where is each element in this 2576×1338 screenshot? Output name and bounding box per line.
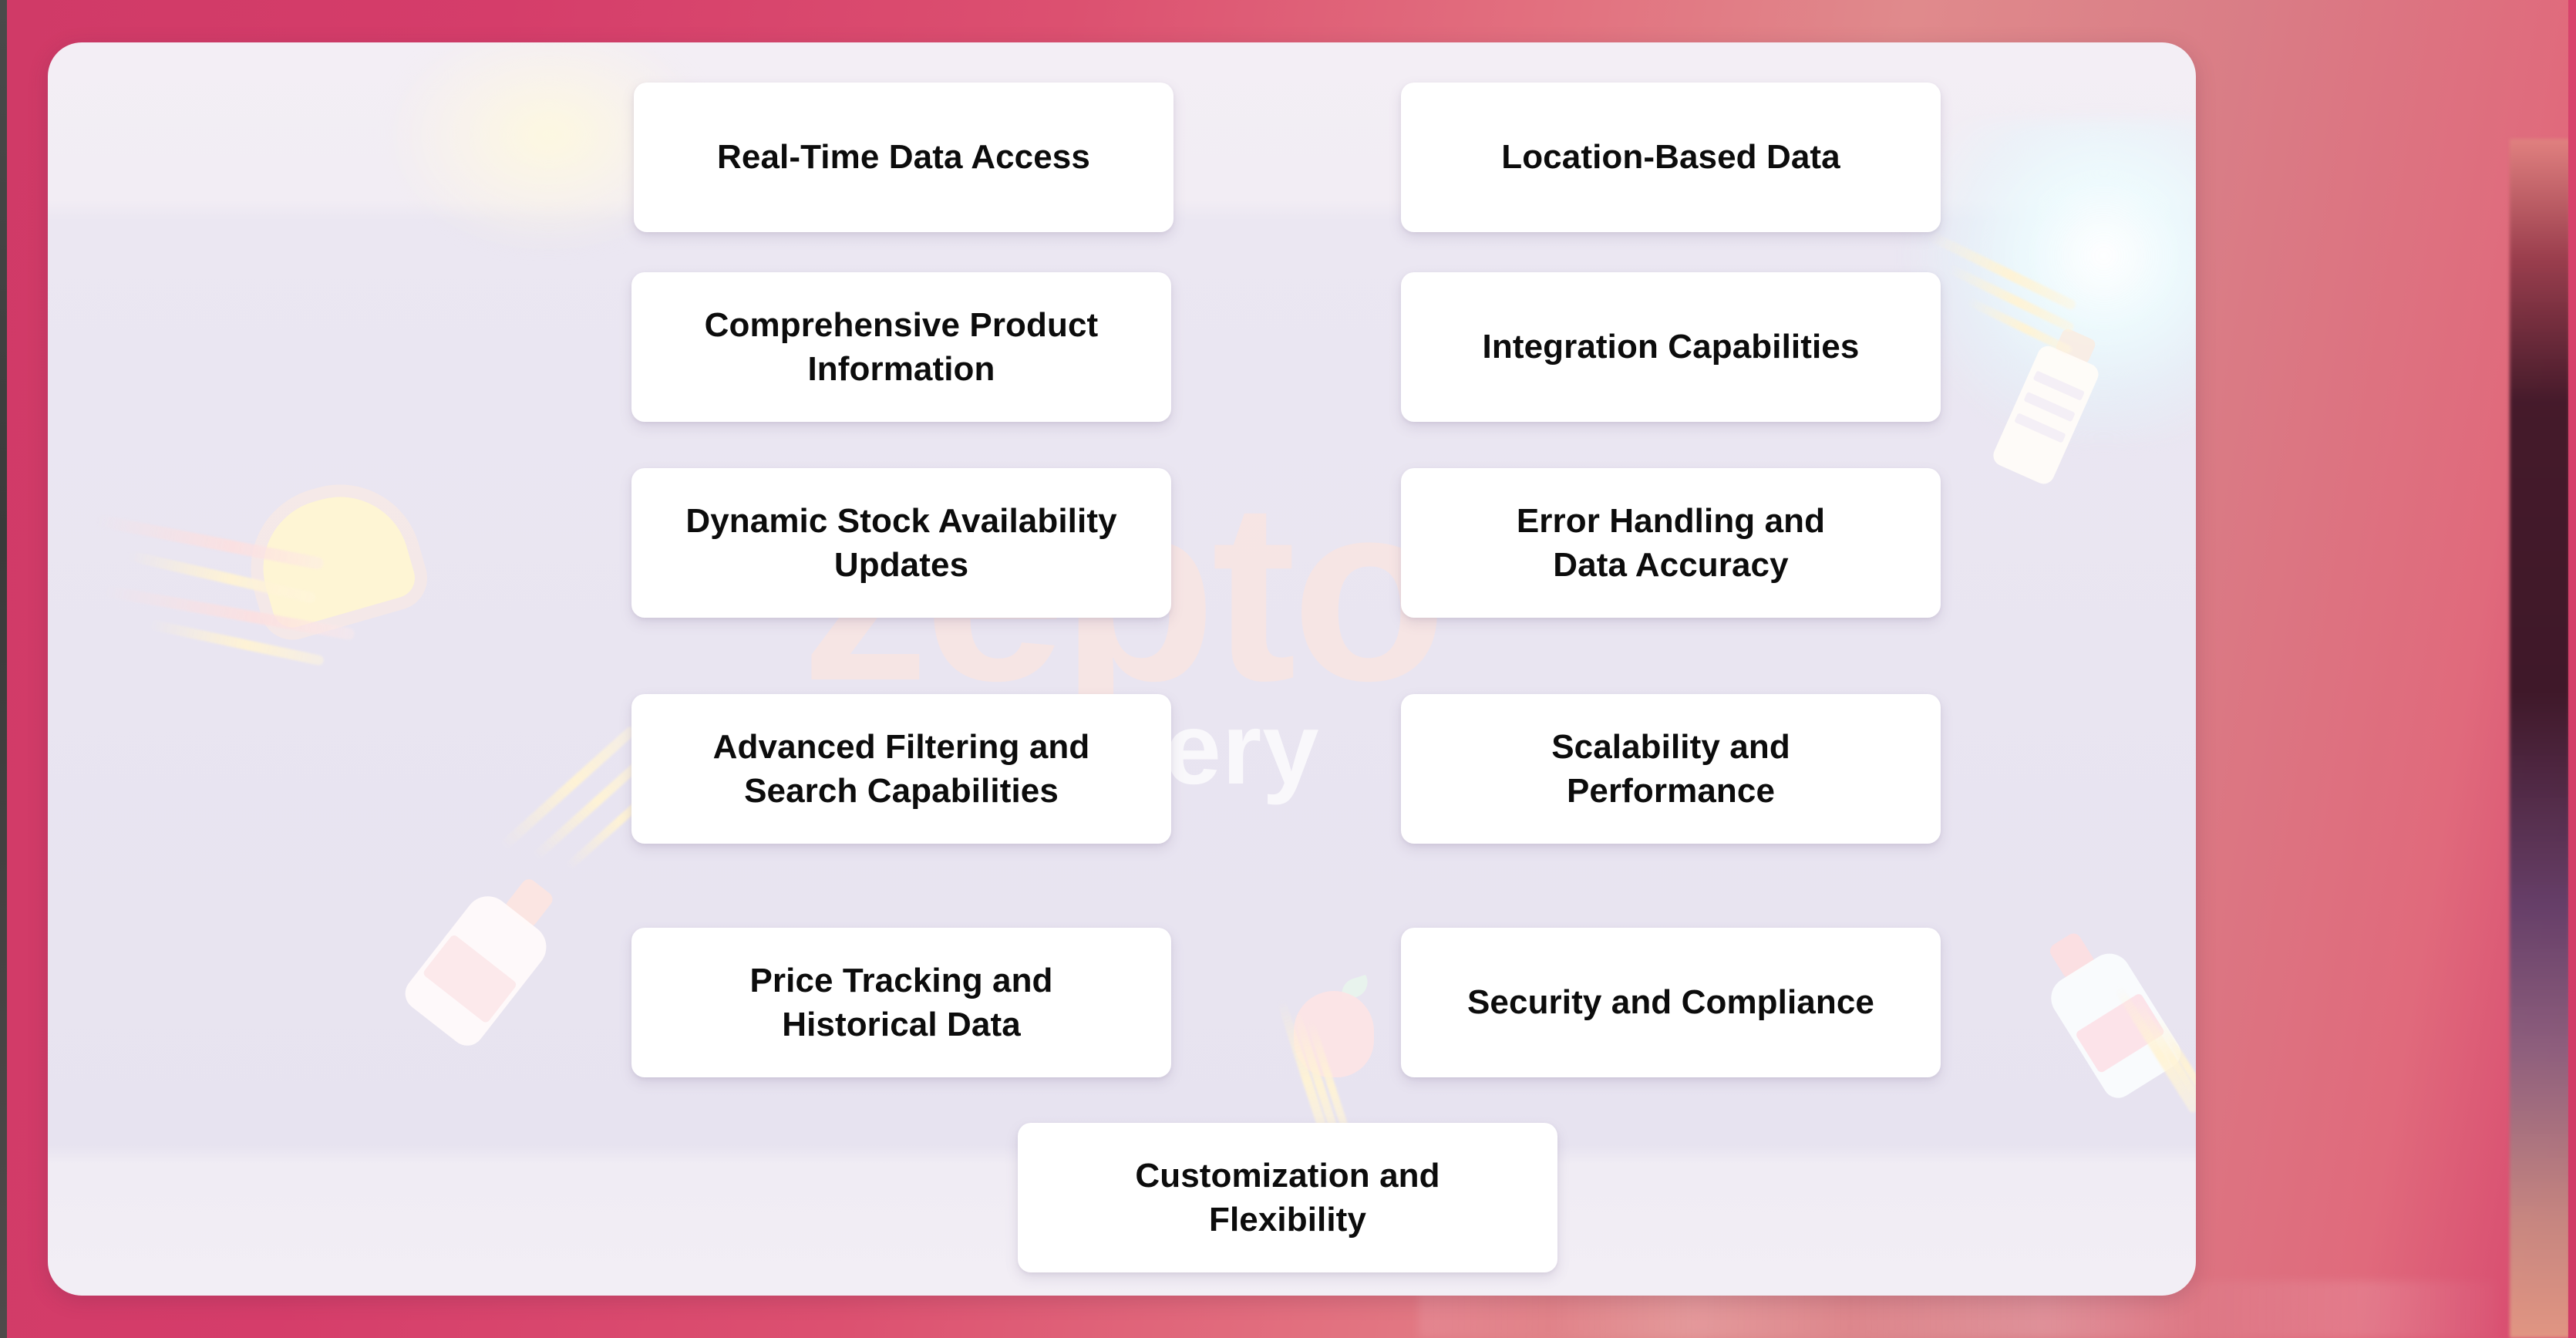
outer-pink-frame: zepto Grocery — [0, 0, 2576, 1338]
left-edge-strip — [0, 0, 7, 1338]
feature-card-error-handling-and-data-accuracy[interactable]: Error Handling and Data Accuracy — [1401, 468, 1941, 618]
feature-card-label: Integration Capabilities — [1482, 328, 1860, 366]
feature-card-label: Dynamic Stock Availability Updates — [685, 501, 1117, 584]
feature-card-integration-capabilities[interactable]: Integration Capabilities — [1401, 272, 1941, 422]
feature-card-grid: Real-Time Data Access Location-Based Dat… — [48, 42, 2196, 1296]
feature-card-label: Customization and Flexibility — [1135, 1156, 1440, 1239]
feature-card-label: Location-Based Data — [1501, 138, 1840, 177]
feature-card-real-time-data-access[interactable]: Real-Time Data Access — [634, 83, 1174, 232]
feature-card-customization-and-flexibility[interactable]: Customization and Flexibility — [1018, 1123, 1557, 1272]
feature-card-location-based-data[interactable]: Location-Based Data — [1401, 83, 1941, 232]
feature-card-label: Advanced Filtering and Search Capabiliti… — [712, 727, 1090, 810]
feature-card-scalability-and-performance[interactable]: Scalability and Performance — [1401, 694, 1941, 844]
feature-card-advanced-filtering-and-search-capabilities[interactable]: Advanced Filtering and Search Capabiliti… — [631, 694, 1171, 844]
content-panel: zepto Grocery — [48, 42, 2196, 1296]
feature-card-label: Scalability and Performance — [1551, 727, 1790, 810]
feature-card-comprehensive-product-information[interactable]: Comprehensive Product Information — [631, 272, 1171, 422]
feature-card-label: Comprehensive Product Information — [704, 305, 1099, 388]
right-edge-image-bleed — [2510, 139, 2570, 1338]
right-edge-strip — [2568, 0, 2576, 1338]
feature-card-security-and-compliance[interactable]: Security and Compliance — [1401, 928, 1941, 1077]
feature-card-label: Error Handling and Data Accuracy — [1516, 501, 1826, 584]
feature-card-price-tracking-and-historical-data[interactable]: Price Tracking and Historical Data — [631, 928, 1171, 1077]
feature-card-label: Real-Time Data Access — [717, 138, 1090, 177]
feature-card-label: Price Tracking and Historical Data — [749, 961, 1053, 1043]
feature-card-dynamic-stock-availability-updates[interactable]: Dynamic Stock Availability Updates — [631, 468, 1171, 618]
feature-card-label: Security and Compliance — [1466, 983, 1874, 1022]
